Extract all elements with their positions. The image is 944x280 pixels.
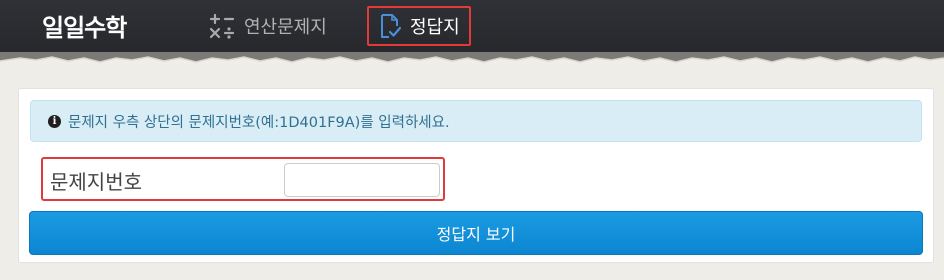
nav-item-calculation-worksheet[interactable]: 연산문제지: [208, 6, 327, 46]
nav-item-label: 정답지: [410, 17, 460, 38]
nav-item-label: 연산문제지: [244, 17, 327, 38]
nav-item-answer-sheet[interactable]: 정답지: [367, 6, 471, 46]
info-icon: i: [48, 114, 61, 128]
worksheet-number-input[interactable]: [284, 163, 440, 197]
document-check-icon: [381, 14, 402, 38]
top-navigation-bar: 일일수학 연산문제지 정답지: [0, 0, 944, 54]
worksheet-number-field-group: 문제지번호: [41, 157, 445, 201]
worksheet-number-label: 문제지번호: [50, 170, 142, 194]
info-alert-text: 문제지 우측 상단의 문제지번호(예:1D401F9A)를 입력하세요.: [68, 114, 450, 131]
torn-paper-edge: [0, 52, 944, 63]
answer-lookup-panel: i 문제지 우측 상단의 문제지번호(예:1D401F9A)를 입력하세요. 문…: [18, 88, 934, 263]
site-logo[interactable]: 일일수학: [42, 8, 127, 43]
info-alert: i 문제지 우측 상단의 문제지번호(예:1D401F9A)를 입력하세요.: [30, 100, 922, 142]
view-answer-sheet-button[interactable]: 정답지 보기: [29, 211, 923, 255]
math-operators-icon: [209, 13, 235, 39]
